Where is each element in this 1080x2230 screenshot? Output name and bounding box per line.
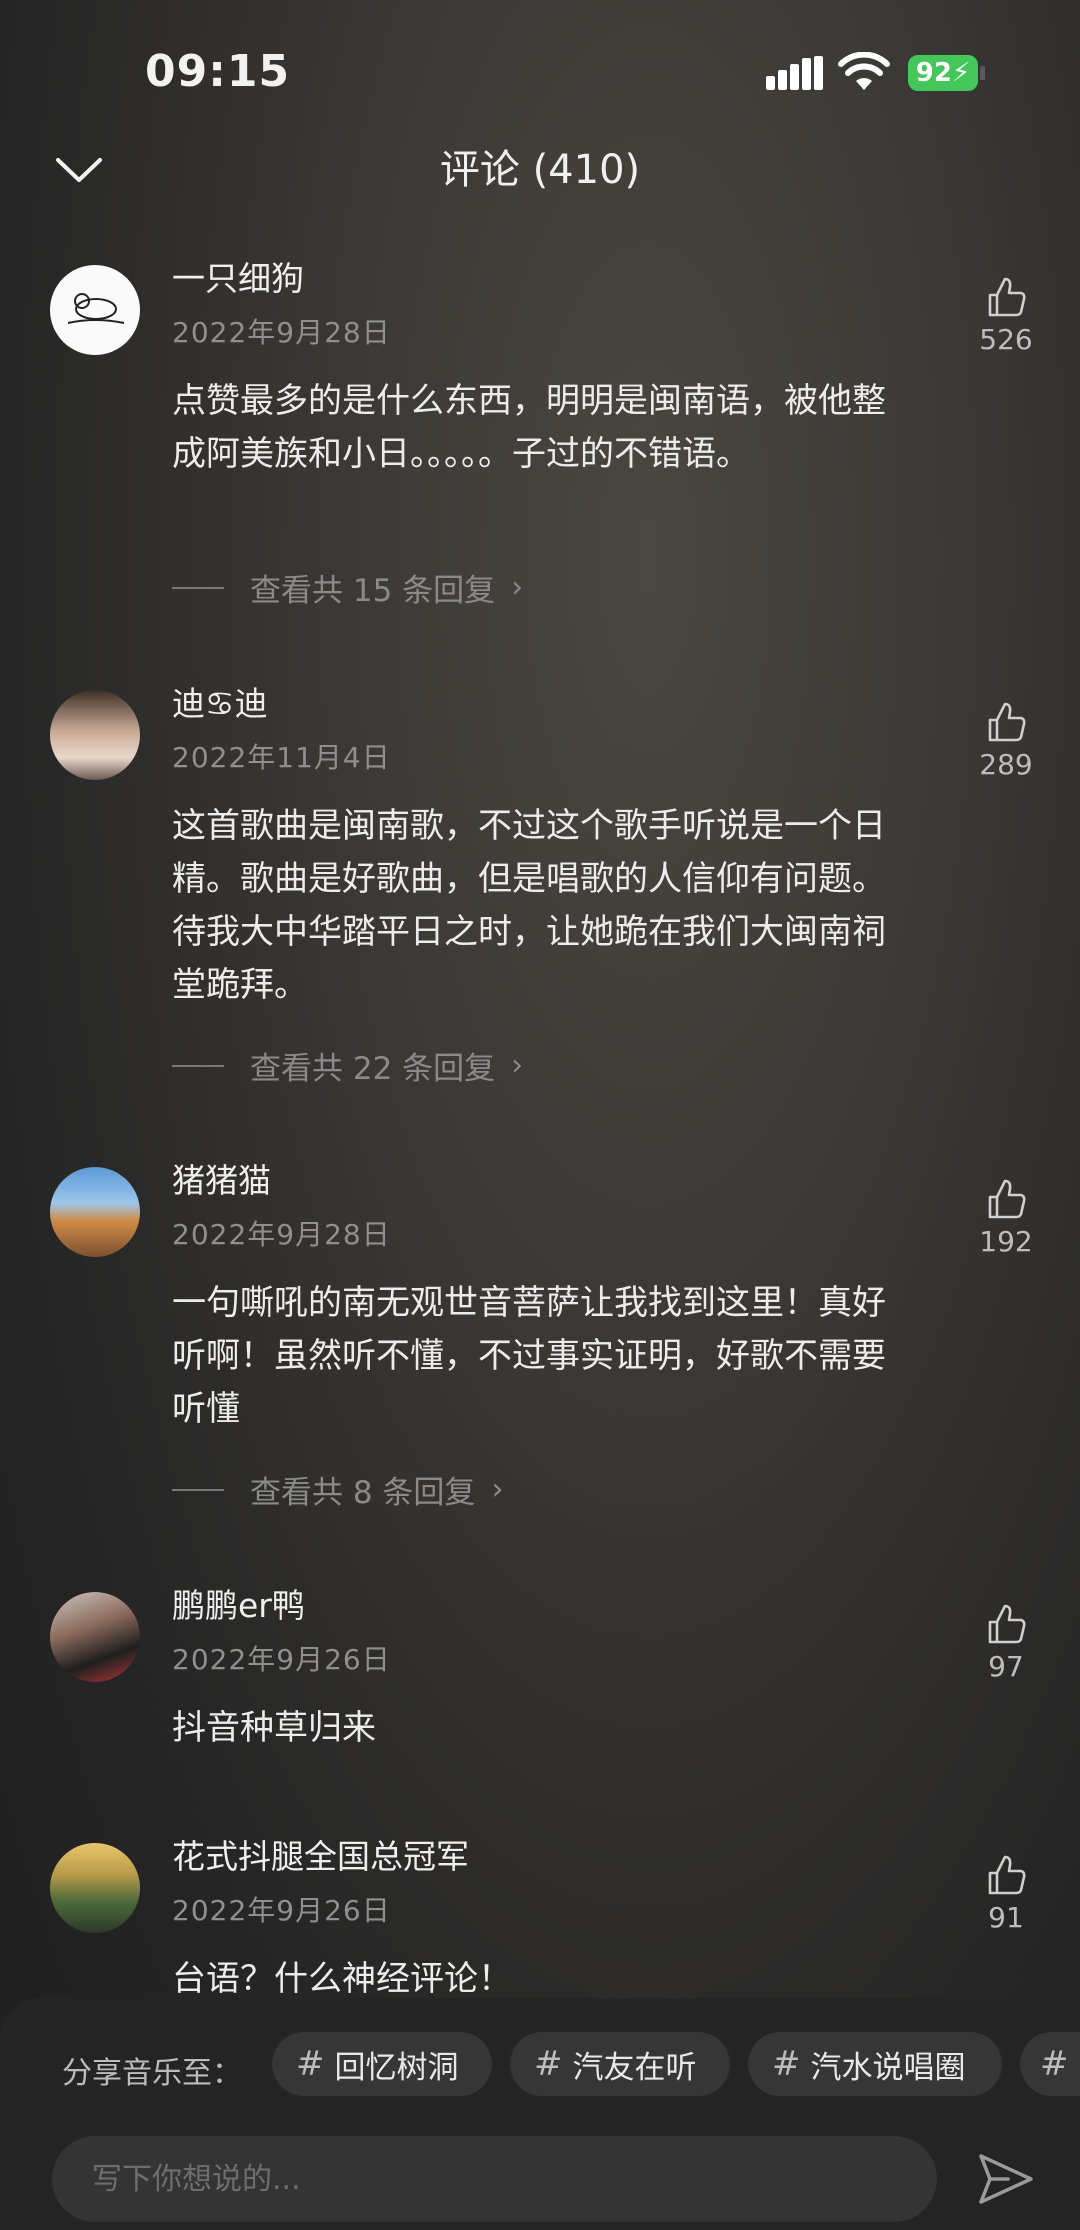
battery-cap [980,66,985,80]
comment-item: 一只细狗 2022年9月28日 点赞最多的是什么东西，明明是闽南语，被他整成阿美… [0,255,1080,655]
replies-label: 查看共 22 条回复 [250,1051,496,1087]
like-button[interactable]: 97 [966,1602,1046,1683]
chevron-right-icon: › [511,570,524,605]
share-chip-partial[interactable]: # [1020,2032,1080,2096]
wifi-icon [838,52,890,90]
comment-date: 2022年9月26日 [172,1894,391,1927]
comment-username[interactable]: 鹏鹏er鸭 [172,1582,305,1630]
thumbs-up-icon [988,702,1026,742]
avatar[interactable] [50,1592,140,1682]
comment-item: 花式抖腿全国总冠军 2022年9月26日 台语？什么神经评论！ 91 [0,1833,1080,1995]
avatar[interactable] [50,265,140,355]
comment-username[interactable]: 花式抖腿全国总冠军 [172,1833,469,1881]
share-label: 分享音乐至： [62,2056,242,2091]
like-button[interactable]: 526 [966,275,1046,356]
comment-item: 猪猪猫 2022年9月28日 一句嘶吼的南无观世音菩萨让我找到这里！真好听啊！虽… [0,1157,1080,1557]
status-bar: 09:15 92 ⚡ [0,0,1080,140]
chevron-right-icon: › [511,1048,524,1083]
replies-divider [172,586,224,589]
like-button[interactable]: 289 [966,700,1046,781]
like-count: 91 [988,1901,1024,1934]
comment-input[interactable] [52,2136,937,2222]
hashtag-icon: # [772,2044,801,2084]
share-chip-label: 汽友在听 [572,2049,697,2086]
replies-divider [172,1064,224,1067]
comment-item: 鹏鹏er鸭 2022年9月26日 抖音种草归来 97 [0,1582,1080,1782]
chevron-right-icon: › [491,1472,504,1507]
send-icon[interactable] [976,2150,1036,2208]
thumbs-up-icon [988,1179,1026,1219]
share-chip[interactable]: # 汽水说唱圈 [748,2032,1002,2096]
view-replies-link[interactable]: 查看共 8 条回复 › [172,1467,503,1512]
like-count: 192 [979,1225,1033,1258]
battery-indicator: 92 ⚡ [908,55,978,91]
comment-date: 2022年9月26日 [172,1643,391,1676]
share-chip-label: 回忆树洞 [334,2049,459,2086]
comment-username[interactable]: 一只细狗 [172,255,304,303]
comment-list[interactable]: 一只细狗 2022年9月28日 点赞最多的是什么东西，明明是闽南语，被他整成阿美… [0,255,1080,1995]
view-replies-link[interactable]: 查看共 22 条回复 › [172,1043,523,1088]
view-replies-link[interactable]: 查看共 15 条回复 › [172,565,523,610]
comments-header: 评论 (410) [0,140,1080,240]
page-title: 评论 (410) [439,147,641,193]
avatar[interactable] [50,690,140,780]
charging-bolt-icon: ⚡ [951,58,971,88]
like-button[interactable]: 192 [966,1177,1046,1258]
replies-label: 查看共 15 条回复 [250,573,496,609]
comment-text: 这首歌曲是闽南歌，不过这个歌手听说是一个日精。歌曲是好歌曲，但是唱歌的人信仰有问… [172,806,886,1005]
hashtag-icon: # [296,2044,325,2084]
hashtag-icon: # [1040,2044,1069,2084]
share-chip-label: 汽水说唱圈 [810,2049,966,2086]
like-button[interactable]: 91 [966,1853,1046,1934]
comment-text: 抖音种草归来 [172,1708,376,1748]
comment-input-box[interactable] [52,2136,937,2222]
thumbs-up-icon [988,1855,1026,1895]
like-count: 97 [988,1650,1024,1683]
replies-divider [172,1488,224,1491]
avatar[interactable] [50,1843,140,1933]
battery-level: 92 [915,58,952,88]
like-count: 526 [979,323,1033,356]
like-count: 289 [979,748,1033,781]
comment-item: 迪♋迪 2022年11月4日 这首歌曲是闽南歌，不过这个歌手听说是一个日精。歌曲… [0,680,1080,1120]
comment-date: 2022年9月28日 [172,1218,391,1251]
comment-text: 一句嘶吼的南无观世音菩萨让我找到这里！真好听啊！虽然听不懂，不过事实证明，好歌不… [172,1283,886,1429]
comment-username[interactable]: 迪♋迪 [172,680,268,728]
hashtag-icon: # [534,2044,563,2084]
avatar[interactable] [50,1167,140,1257]
share-chip[interactable]: # 汽友在听 [510,2032,730,2096]
replies-label: 查看共 8 条回复 [250,1475,476,1511]
status-time: 09:15 [145,46,291,97]
comment-text: 台语？什么神经评论！ [172,1959,512,1995]
share-chip[interactable]: # 回忆树洞 [272,2032,492,2096]
comment-username[interactable]: 猪猪猫 [172,1157,271,1205]
comment-compose-panel: 分享音乐至： # 回忆树洞 # 汽友在听 # 汽水说唱圈 # [0,1998,1080,2230]
thumbs-up-icon [988,1604,1026,1644]
thumbs-up-icon [988,277,1026,317]
comment-date: 2022年11月4日 [172,741,391,774]
comment-text: 点赞最多的是什么东西，明明是闽南语，被他整成阿美族和小日。。。。。子过的不错语。 [172,381,886,474]
comment-date: 2022年9月28日 [172,316,391,349]
cellular-signal-icon [766,56,823,90]
